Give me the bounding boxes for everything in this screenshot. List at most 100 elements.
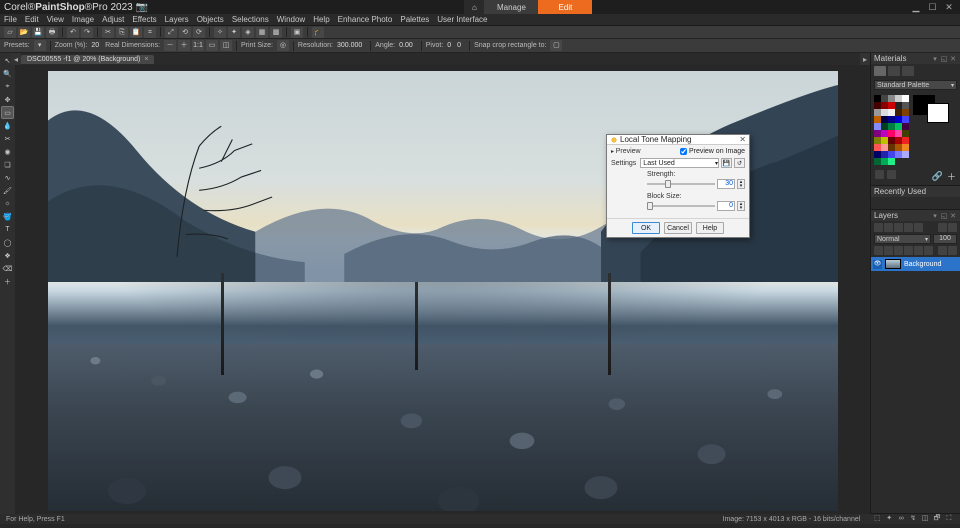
doc-tab-next[interactable]: ▸ [860,53,870,65]
tool-lighten[interactable]: ☼ [2,198,13,209]
swatch[interactable] [874,102,881,109]
materials-under-2-icon[interactable] [887,170,896,179]
sb-icon-4[interactable]: ↯ [908,514,918,522]
swatch[interactable] [874,158,881,165]
crop-icon[interactable]: ⌗ [144,27,156,38]
doc-tab-prev[interactable]: ◂ [11,53,21,65]
new-layer-icon[interactable] [874,223,883,232]
sb-icon-6[interactable]: 🗗 [932,514,942,525]
menu-file[interactable]: File [4,15,17,24]
layer-visibility-icon[interactable]: 👁 [873,260,882,269]
open-icon[interactable]: 📂 [18,27,30,38]
preview-expand[interactable]: Preview [611,148,641,155]
preview-on-image-checkbox[interactable]: Preview on Image [680,148,745,155]
swatch[interactable] [881,95,888,102]
layers-panel-close-icon[interactable]: ✕ [949,212,957,220]
tool-dropper[interactable]: 💧 [2,120,13,131]
tool-brush[interactable]: 🖌 [2,185,13,196]
panel-undock-icon[interactable]: ◱ [940,55,948,63]
sb-icon-7[interactable]: ⛶ [944,515,954,523]
layer-link-icon[interactable] [938,223,947,232]
swatch[interactable] [888,102,895,109]
tool-move[interactable]: ✥ [2,94,13,105]
tab-manage[interactable]: Manage [484,0,538,14]
tool-red-eye[interactable]: ◉ [2,146,13,157]
swatch[interactable] [902,144,909,151]
menu-selections[interactable]: Selections [232,15,269,24]
palette-select[interactable]: Standard Palette▾ [874,80,957,90]
one-step-icon[interactable]: ✦ [228,27,240,38]
menu-objects[interactable]: Objects [197,15,224,24]
swatch[interactable] [902,151,909,158]
swatch[interactable] [902,130,909,137]
zoom-100-icon[interactable]: 1:1 [192,40,204,51]
sb-icon-5[interactable]: ◫ [920,514,930,522]
blocksize-spinner[interactable]: ▴▾ [737,201,745,211]
swatch[interactable] [881,109,888,116]
swatch[interactable] [881,144,888,151]
swatch[interactable] [895,109,902,116]
layer-merge-icon[interactable] [894,246,903,255]
cut-icon[interactable]: ✂ [102,27,114,38]
tool-zoom[interactable]: 🔍 [2,68,13,79]
angle-value[interactable]: 0.00 [399,42,413,49]
menu-adjust[interactable]: Adjust [102,15,124,24]
layer-item-background[interactable]: 👁 Background [871,257,960,271]
tool-crop[interactable]: ✂ [2,133,13,144]
layer-extra2-icon[interactable] [948,246,957,255]
layer-expand-icon[interactable] [914,246,923,255]
delete-layer-icon[interactable] [914,223,923,232]
undo-icon[interactable]: ↶ [67,27,79,38]
tab-home[interactable]: ⌂ [464,0,484,14]
materials-tab-frame[interactable] [902,66,914,76]
help-button[interactable]: Help [696,222,724,234]
swatch[interactable] [881,123,888,130]
swatch[interactable] [881,137,888,144]
swatch[interactable] [895,123,902,130]
menu-image[interactable]: Image [72,15,94,24]
swatch[interactable] [902,109,909,116]
minimize-button[interactable]: ▁ [909,2,923,13]
swatch[interactable] [888,130,895,137]
materials-under-1-icon[interactable] [875,170,884,179]
tool-picture-tube[interactable]: ❖ [2,250,13,261]
copy-icon[interactable]: ⎘ [116,27,128,38]
menu-window[interactable]: Window [277,15,305,24]
strength-spinner[interactable]: ▴▾ [737,179,745,189]
dialog-close-button[interactable]: ✕ [739,135,746,144]
opacity-field[interactable]: 100 [933,234,957,244]
swatch[interactable] [874,123,881,130]
frame-tool-icon[interactable]: ▣ [291,27,303,38]
resolution-value[interactable]: 300.000 [337,42,362,49]
duplicate-layer-icon[interactable] [904,223,913,232]
close-button[interactable]: ✕ [942,2,956,13]
panel-menu-icon[interactable]: ▾ [931,55,939,63]
ai-upsampling-icon[interactable]: ▩ [270,27,282,38]
dialog-titlebar[interactable]: Local Tone Mapping ✕ [607,135,749,145]
menu-view[interactable]: View [47,15,64,24]
swatch[interactable] [874,109,881,116]
swatch[interactable] [902,102,909,109]
learning-center-icon[interactable]: 🎓 [312,27,324,38]
sb-icon-1[interactable]: ⬚ [872,514,882,522]
layer-flatten-icon[interactable] [904,246,913,255]
resize-icon[interactable]: ⤢ [165,27,177,38]
swatch[interactable] [895,102,902,109]
smart-fix-icon[interactable]: ✧ [214,27,226,38]
tool-fill[interactable]: 🪣 [2,211,13,222]
document-tab[interactable]: DSC00555 -f1 @ 20% (Background) × [21,55,154,64]
tool-clone[interactable]: ❏ [2,159,13,170]
snap-crop-icon[interactable]: ▢ [550,40,562,51]
tool-plus[interactable]: ＋ [2,276,13,287]
instant-effects-icon[interactable]: ▦ [256,27,268,38]
tab-edit[interactable]: Edit [538,0,592,14]
link-colors-icon[interactable]: 🔗 [932,171,943,182]
tool-text[interactable]: T [2,224,13,235]
swatch[interactable] [874,116,881,123]
swatch[interactable] [902,116,909,123]
swatch[interactable] [895,116,902,123]
tool-select[interactable]: ▭ [2,107,13,118]
redo-icon[interactable]: ↷ [81,27,93,38]
add-swatch-icon[interactable]: ＋ [947,170,956,183]
layers-panel-menu-icon[interactable]: ▾ [931,212,939,220]
